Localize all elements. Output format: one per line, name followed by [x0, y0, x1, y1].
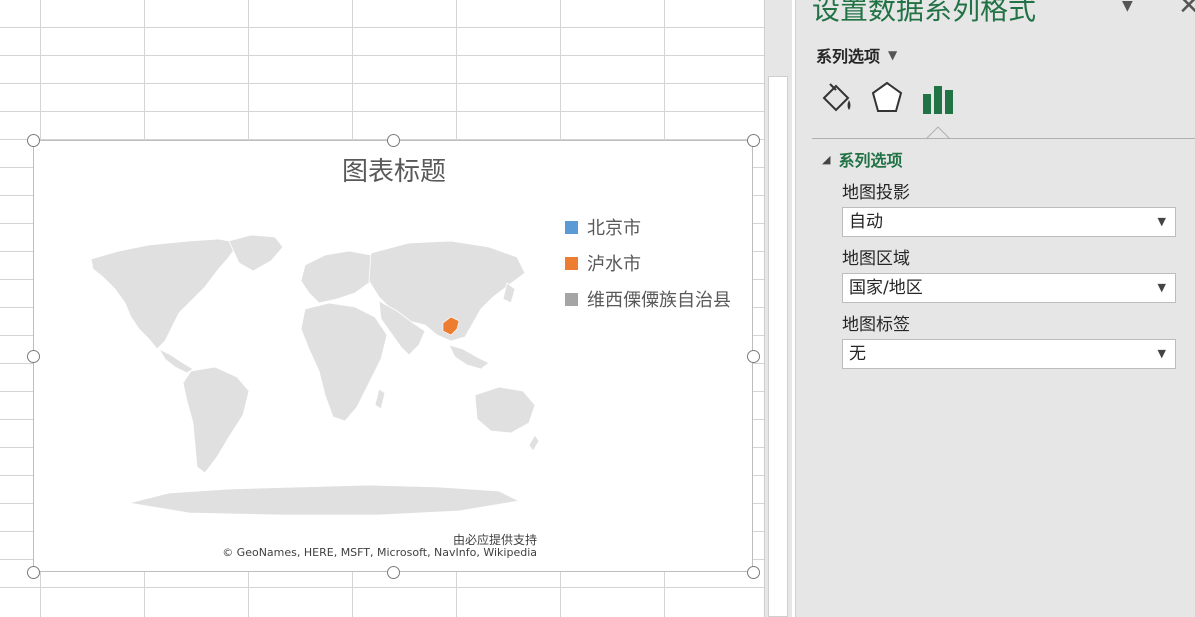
resize-handle-right[interactable] — [747, 350, 760, 363]
map-north-america — [90, 238, 240, 350]
chevron-down-icon: ▼ — [888, 48, 898, 62]
map-south-america — [182, 366, 250, 474]
legend-item[interactable]: 泸水市 — [565, 245, 731, 281]
collapse-triangle-icon: ◢ — [822, 152, 831, 166]
chart-title[interactable]: 图表标题 — [34, 151, 754, 188]
resize-handle-top-left[interactable] — [27, 134, 40, 147]
vertical-scrollbar[interactable] — [764, 0, 792, 617]
series-options-label: 系列选项 — [816, 47, 881, 66]
legend-label: 泸水市 — [587, 254, 641, 275]
map-area-select[interactable]: 国家/地区 ▼ — [842, 273, 1176, 303]
map-area-label: 地图区域 — [842, 249, 910, 269]
effects-icon[interactable] — [869, 78, 905, 118]
format-data-series-pane: 设置数据系列格式 ▼ ✕ 系列选项 ▼ ◢ 系列选项 地图投影 自动 ▼ 地图区… — [795, 0, 1195, 617]
map-new-zealand — [528, 434, 539, 452]
map-africa — [300, 302, 388, 422]
map-greenland — [228, 234, 284, 272]
map-projection-select[interactable]: 自动 ▼ — [842, 207, 1176, 237]
map-area-value: 国家/地区 — [849, 278, 923, 298]
map-projection-value: 自动 — [849, 212, 883, 232]
tab-divider — [812, 138, 1195, 139]
legend-label: 维西傈僳族自治县 — [587, 290, 731, 311]
resize-handle-top[interactable] — [387, 134, 400, 147]
pane-title: 设置数据系列格式 — [812, 0, 1037, 26]
chevron-down-icon: ▼ — [1157, 281, 1166, 294]
legend-item[interactable]: 维西傈僳族自治县 — [565, 281, 731, 317]
legend-swatch — [565, 220, 578, 234]
fill-line-icon[interactable] — [818, 78, 854, 118]
resize-handle-bottom-right[interactable] — [747, 566, 760, 579]
resize-handle-bottom[interactable] — [387, 566, 400, 579]
chevron-down-icon: ▼ — [1157, 347, 1166, 360]
pane-options-chevron-icon[interactable]: ▼ — [1122, 0, 1133, 14]
section-title: 系列选项 — [838, 151, 903, 170]
map-credit-sources: © GeoNames, HERE, MSFT, Microsoft, NavIn… — [222, 546, 537, 559]
close-icon[interactable]: ✕ — [1178, 0, 1195, 21]
map-southeast-asia — [448, 344, 490, 370]
chevron-down-icon: ▼ — [1157, 215, 1166, 228]
map-labels-value: 无 — [849, 344, 866, 364]
legend-swatch — [565, 256, 578, 270]
map-projection-label: 地图投影 — [842, 183, 910, 203]
world-map[interactable] — [79, 231, 539, 521]
series-options-icon[interactable] — [920, 78, 956, 118]
map-chart[interactable]: 图表标题 北京市 泸水市 维西傈僳族自治县 由必应提供支持 © GeoNames… — [33, 140, 753, 572]
map-europe — [300, 250, 380, 304]
map-central-america — [157, 348, 194, 374]
series-options-dropdown[interactable]: 系列选项 ▼ — [816, 43, 897, 67]
map-australia — [474, 386, 536, 434]
legend-item[interactable]: 北京市 — [565, 209, 731, 245]
series-options-section-header[interactable]: ◢ 系列选项 — [822, 147, 902, 171]
resize-handle-left[interactable] — [27, 350, 40, 363]
legend-swatch — [565, 292, 578, 306]
resize-handle-bottom-left[interactable] — [27, 566, 40, 579]
map-madagascar — [374, 388, 386, 410]
map-labels-select[interactable]: 无 ▼ — [842, 339, 1176, 369]
scrollbar-thumb[interactable] — [768, 76, 788, 617]
chart-legend[interactable]: 北京市 泸水市 维西傈僳族自治县 — [565, 209, 731, 317]
map-labels-label: 地图标签 — [842, 315, 910, 335]
legend-label: 北京市 — [587, 218, 641, 239]
map-antarctica — [128, 484, 521, 516]
resize-handle-top-right[interactable] — [747, 134, 760, 147]
